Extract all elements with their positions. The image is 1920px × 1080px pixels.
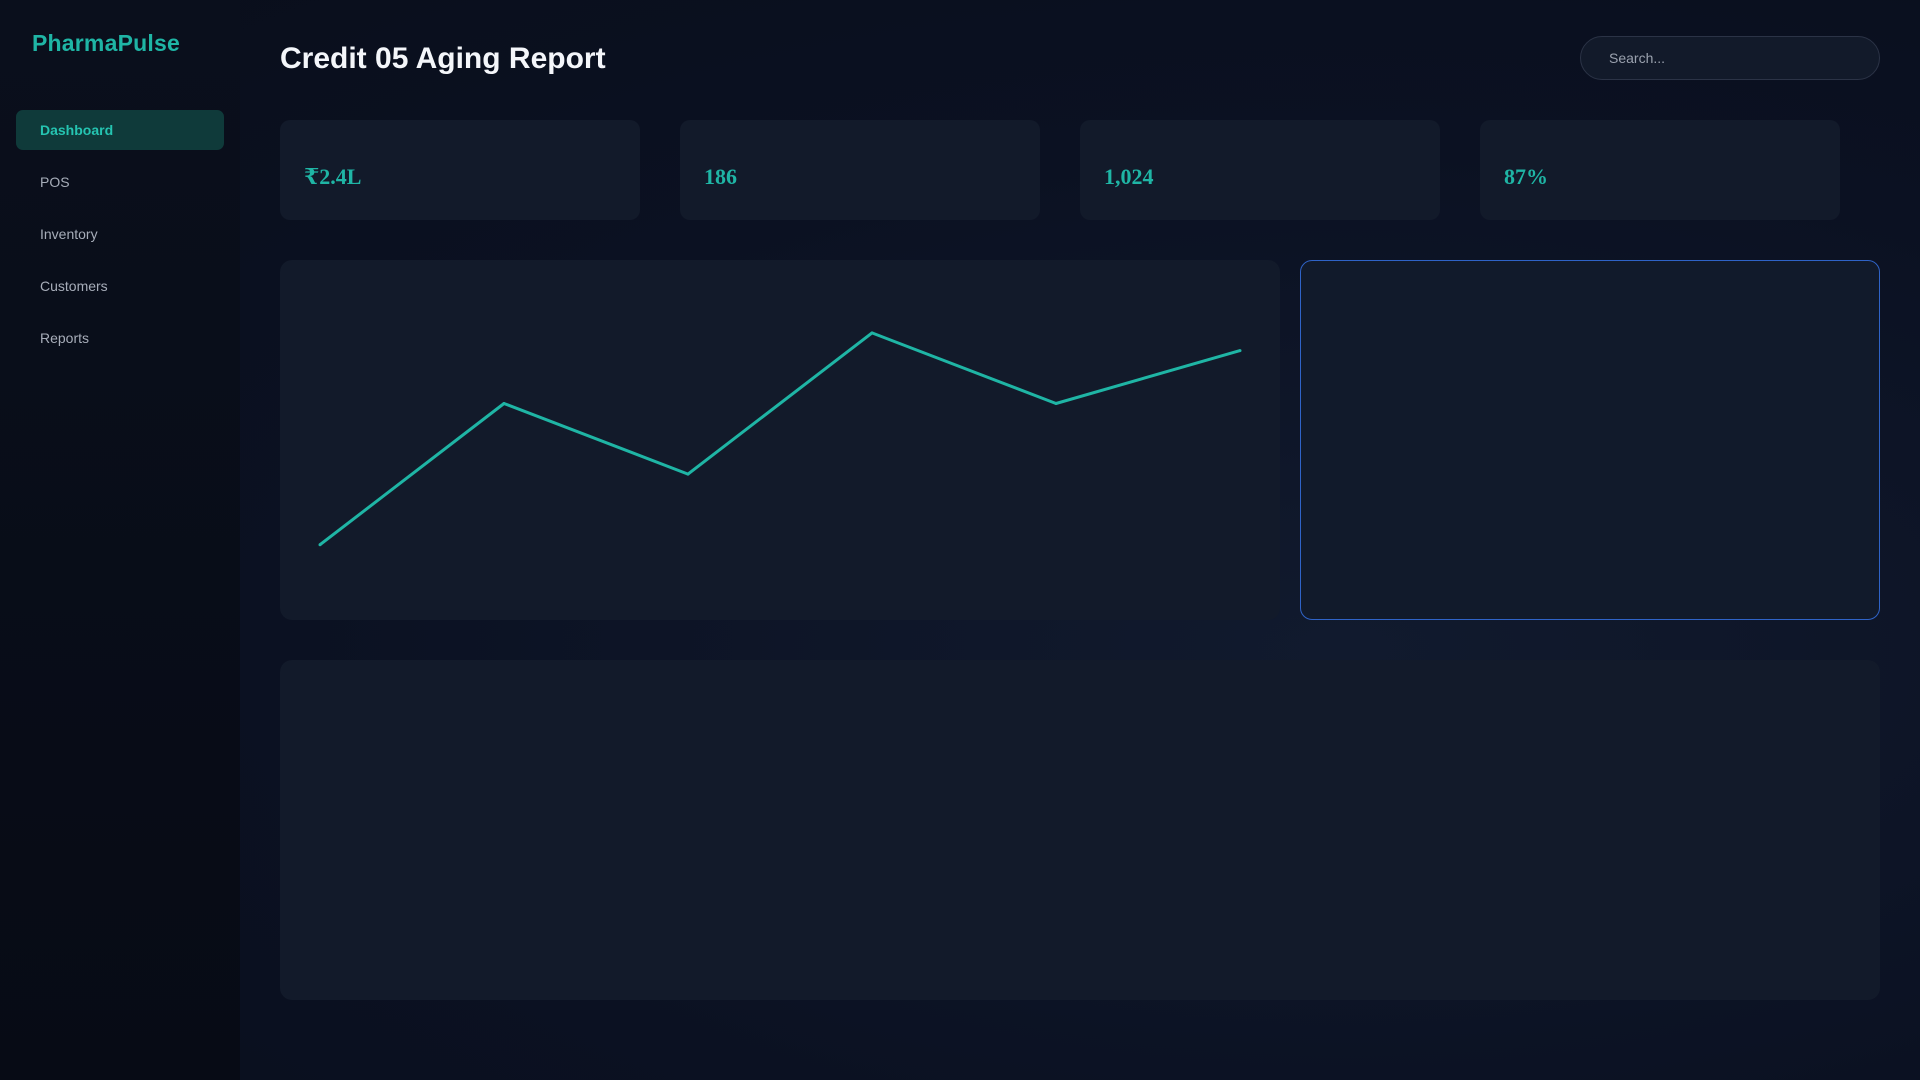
sidebar-item-inventory[interactable]: Inventory bbox=[16, 214, 224, 254]
page-title: Credit 05 Aging Report bbox=[280, 42, 606, 75]
sidebar-item-customers[interactable]: Customers bbox=[16, 266, 224, 306]
app-logo: PharmaPulse bbox=[32, 30, 180, 56]
line-chart bbox=[318, 331, 1242, 547]
sidebar-item-reports[interactable]: Reports bbox=[16, 318, 224, 358]
series-line-0 bbox=[319, 331, 1241, 546]
data-point bbox=[870, 331, 874, 335]
stat-card-count: 186 bbox=[680, 120, 1040, 220]
stat-value: 186 bbox=[704, 164, 737, 189]
side-panel bbox=[1300, 260, 1880, 620]
data-point bbox=[318, 543, 322, 547]
bottom-panel bbox=[280, 660, 1880, 1000]
stat-card-total: 1,024 bbox=[1080, 120, 1440, 220]
stat-value: ₹2.4L bbox=[304, 164, 362, 189]
stat-value: 87% bbox=[1504, 164, 1548, 189]
app-root: PharmaPulse Dashboard POS Inventory Cust… bbox=[0, 0, 1920, 1080]
line-chart-panel bbox=[280, 260, 1280, 620]
stat-card-percent: 87% bbox=[1480, 120, 1840, 220]
data-point bbox=[686, 472, 690, 476]
stat-card-revenue: ₹2.4L bbox=[280, 120, 640, 220]
data-point bbox=[1054, 402, 1058, 406]
sidebar: PharmaPulse Dashboard POS Inventory Cust… bbox=[0, 0, 240, 1080]
sidebar-item-pos[interactable]: POS bbox=[16, 162, 224, 202]
search-input[interactable] bbox=[1580, 36, 1880, 80]
data-point bbox=[1238, 349, 1242, 353]
data-point bbox=[502, 402, 506, 406]
stat-value: 1,024 bbox=[1104, 164, 1154, 189]
sidebar-item-dashboard[interactable]: Dashboard bbox=[16, 110, 224, 150]
sidebar-nav: Dashboard POS Inventory Customers Report… bbox=[16, 110, 224, 370]
